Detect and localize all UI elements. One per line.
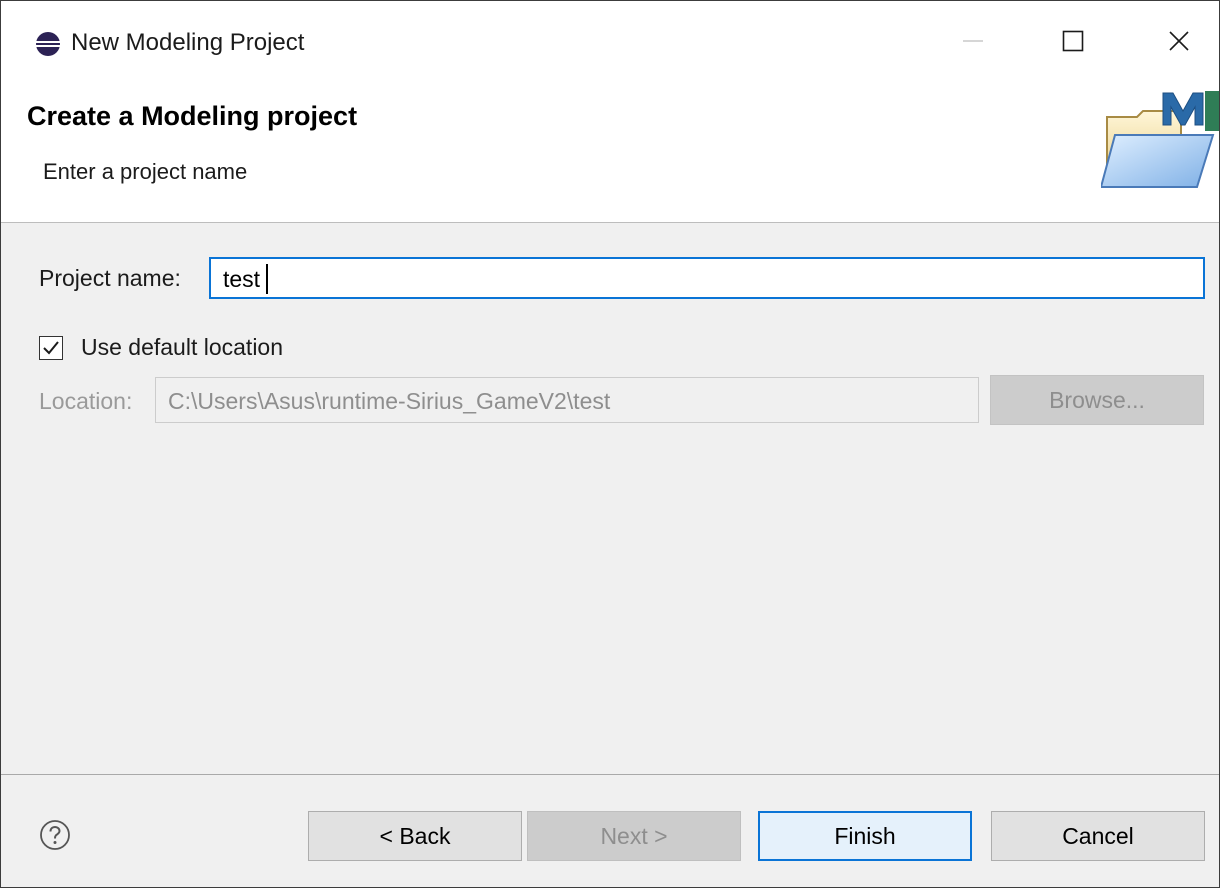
next-button: Next > <box>527 811 741 861</box>
location-label: Location: <box>39 388 133 414</box>
text-caret <box>266 264 268 294</box>
eclipse-icon <box>35 31 61 57</box>
project-name-input[interactable]: test <box>209 257 1205 299</box>
maximize-button[interactable] <box>1041 15 1105 71</box>
close-button[interactable] <box>1147 15 1211 71</box>
footer-separator <box>1 774 1219 775</box>
maximize-icon <box>1061 29 1085 58</box>
window-title: New Modeling Project <box>71 29 305 56</box>
use-default-location-label[interactable]: Use default location <box>81 334 283 361</box>
minimize-icon <box>961 29 985 58</box>
minimize-button[interactable] <box>941 15 1005 71</box>
location-input: C:\Users\Asus\runtime-Sirius_GameV2\test <box>155 377 979 423</box>
use-default-location-checkbox[interactable] <box>39 336 63 360</box>
browse-button: Browse... <box>990 375 1204 425</box>
location-value: C:\Users\Asus\runtime-Sirius_GameV2\test <box>168 388 611 414</box>
project-name-value: test <box>223 266 261 292</box>
modeling-project-folder-icon <box>1099 87 1219 196</box>
wizard-page-title: Create a Modeling project <box>27 101 358 131</box>
help-icon <box>39 820 71 855</box>
finish-button[interactable]: Finish <box>758 811 972 861</box>
wizard-banner: Create a Modeling project Enter a projec… <box>1 87 1219 223</box>
project-name-label: Project name: <box>39 265 181 291</box>
back-button[interactable]: < Back <box>308 811 522 861</box>
wizard-page-description: Enter a project name <box>43 159 248 184</box>
new-modeling-project-dialog: New Modeling Project Create a Modeling p… <box>0 0 1220 888</box>
cancel-button[interactable]: Cancel <box>991 811 1205 861</box>
title-bar: New Modeling Project <box>1 1 1219 87</box>
close-icon <box>1167 29 1191 58</box>
help-button[interactable] <box>39 819 71 851</box>
